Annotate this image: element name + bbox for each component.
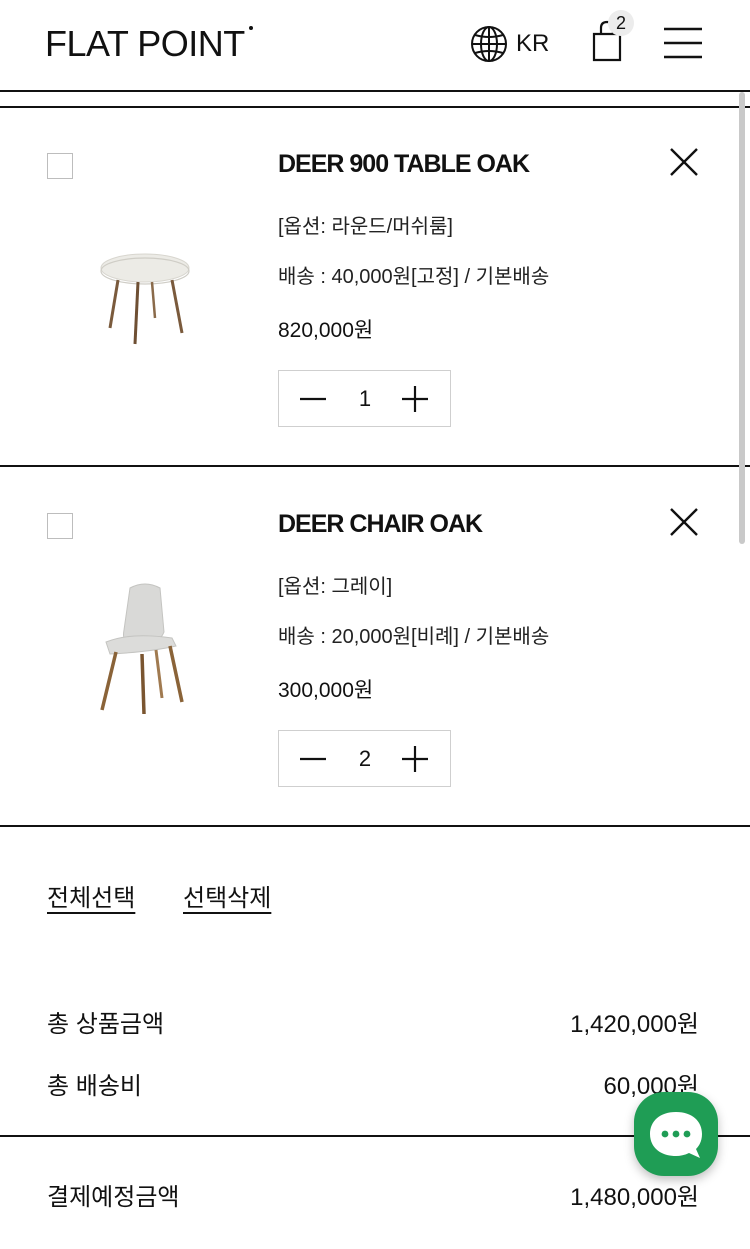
logo-dot [248, 26, 253, 30]
quantity-stepper: 1 [278, 370, 451, 427]
chat-button[interactable] [634, 1092, 718, 1176]
plus-icon[interactable] [401, 385, 429, 413]
remove-item-icon[interactable] [668, 506, 700, 538]
product-name[interactable]: DEER CHAIR OAK [278, 510, 483, 539]
brand-logo-text: FLAT POINT [45, 23, 245, 64]
product-shipping: 배송 : 40,000원[고정] / 기본배송 [278, 266, 550, 288]
item-checkbox[interactable] [47, 153, 73, 179]
item-divider [0, 825, 750, 827]
minus-icon[interactable] [299, 385, 327, 413]
cart-count-badge: 2 [608, 10, 634, 36]
plus-icon[interactable] [401, 745, 429, 773]
language-selector[interactable]: KR [470, 24, 549, 64]
hamburger-menu-icon[interactable] [664, 26, 702, 60]
quantity-value[interactable]: 1 [349, 386, 381, 412]
chat-bubble-icon [650, 1112, 702, 1158]
product-name[interactable]: DEER 900 TABLE OAK [278, 150, 530, 179]
product-shipping: 배송 : 20,000원[비례] / 기본배송 [278, 626, 550, 648]
scrollbar[interactable] [739, 92, 745, 544]
minus-icon[interactable] [299, 745, 327, 773]
chair-image [100, 583, 184, 715]
shipping-total-label: 총 배송비 [47, 1073, 142, 1100]
globe-icon [471, 26, 507, 62]
cart-item: DEER 900 TABLE OAK [옵션: 라운드/머쉬룸] 배송 : 40… [0, 108, 750, 466]
language-label: KR [516, 30, 550, 57]
quantity-stepper: 2 [278, 730, 451, 787]
payment-total-value: 1,480,000원 [570, 1184, 699, 1211]
remove-item-icon[interactable] [668, 146, 700, 178]
delete-selected-link[interactable]: 선택삭제 [183, 878, 271, 913]
product-price: 820,000원 [278, 319, 374, 342]
product-option: [옵션: 라운드/머쉬룸] [278, 216, 453, 238]
quantity-value[interactable]: 2 [349, 746, 381, 772]
site-header: FLAT POINT KR 2 [0, 0, 750, 90]
product-option: [옵션: 그레이] [278, 576, 393, 598]
payment-total-label: 결제예정금액 [47, 1184, 180, 1211]
brand-logo[interactable]: FLAT POINT [45, 23, 253, 64]
product-total-value: 1,420,000원 [570, 1011, 699, 1038]
product-total-label: 총 상품금액 [47, 1011, 165, 1038]
item-checkbox[interactable] [47, 513, 73, 539]
item-divider [0, 465, 750, 467]
round-table-image [100, 253, 190, 345]
product-price: 300,000원 [278, 679, 374, 702]
header-divider [0, 90, 750, 92]
cart-item: DEER CHAIR OAK [옵션: 그레이] 배송 : 20,000원[비례… [0, 468, 750, 826]
select-all-link[interactable]: 전체선택 [47, 878, 135, 913]
